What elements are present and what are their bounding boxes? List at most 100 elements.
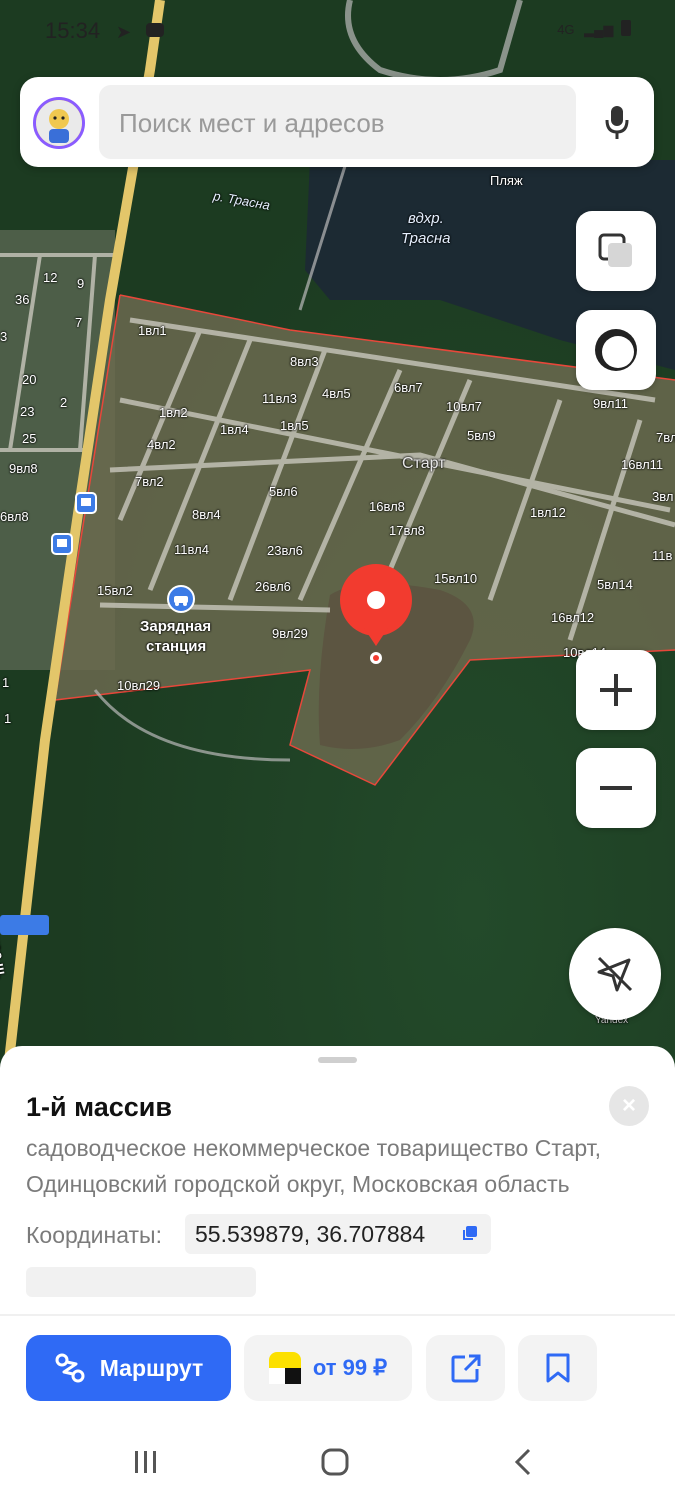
plot-label: 23вл6 — [267, 543, 303, 558]
bus-stop-icon[interactable] — [75, 492, 97, 514]
charging-label-1[interactable]: Зарядная — [140, 618, 211, 635]
plot-label: 4вл2 — [147, 437, 176, 452]
message-icon — [146, 23, 164, 37]
share-icon — [451, 1354, 480, 1383]
plot-label: 17вл8 — [389, 523, 425, 538]
plot-label: 1 — [4, 711, 12, 726]
back-icon[interactable] — [509, 1447, 539, 1477]
plot-label: 1вл1 — [138, 323, 167, 338]
plot-label: 3 — [0, 329, 8, 344]
reservoir-label-2: Трасна — [401, 230, 451, 247]
plot-label: 9 — [77, 276, 85, 291]
taxi-button[interactable]: от 99 ₽ — [244, 1335, 412, 1401]
plot-label: 6вл8 — [0, 509, 29, 524]
coordinates-value: 55.539879, 36.707884 — [195, 1221, 426, 1247]
zoom-in-button[interactable] — [576, 650, 656, 730]
plot-label: 1вл5 — [280, 418, 309, 433]
home-icon[interactable] — [320, 1447, 350, 1477]
bus-stop-icon[interactable] — [51, 533, 73, 555]
plot-label: 15вл2 — [97, 583, 133, 598]
plot-label: 2 — [60, 395, 68, 410]
layers-button[interactable] — [576, 211, 656, 291]
plot-label: 4вл5 — [322, 386, 351, 401]
bookmark-icon — [546, 1353, 569, 1383]
plot-label: 11вл3 — [262, 391, 297, 406]
plot-label: 9вл8 — [9, 461, 38, 476]
taxi-price-label: от 99 ₽ — [312, 1355, 388, 1380]
plus-icon — [600, 674, 632, 706]
network-type: 4G — [557, 22, 575, 37]
beach-label: Пляж — [490, 173, 523, 188]
route-button[interactable]: Маршрут — [26, 1335, 231, 1401]
plot-label: 1вл2 — [159, 405, 188, 420]
plot-label: 36 — [15, 292, 30, 307]
place-description: садоводческое некоммерческое товариществ… — [26, 1135, 602, 1197]
minus-icon — [600, 786, 632, 790]
plot-label: 23 — [20, 404, 35, 419]
plot-label: 9вл11 — [593, 396, 628, 411]
plot-label: 1 — [2, 675, 10, 690]
location-pin-icon[interactable] — [336, 560, 416, 670]
reservoir-label-1: вдхр. — [408, 210, 444, 227]
plot-label: 11в — [652, 548, 673, 563]
bookmark-button[interactable] — [518, 1335, 597, 1401]
charging-station-icon[interactable] — [166, 584, 196, 614]
coordinates-label: Координаты: — [26, 1222, 162, 1248]
snt-start-label: Старт — [402, 455, 446, 472]
sheet-handle[interactable] — [318, 1057, 357, 1063]
status-time: 15:34 — [45, 18, 101, 43]
plot-label: 7 — [75, 315, 83, 330]
plot-label: 1вл4 — [220, 422, 249, 437]
plot-label: 1вл12 — [530, 505, 566, 520]
plot-label: 3вл — [652, 489, 674, 504]
share-button[interactable] — [426, 1335, 505, 1401]
route-icon — [55, 1353, 85, 1383]
coordinates-field[interactable]: 55.539879, 36.707884 — [185, 1214, 491, 1254]
search-bar: Поиск мест и адресов — [20, 77, 654, 167]
telegram-icon: ➤ — [116, 22, 132, 42]
plot-label: 26вл6 — [255, 579, 291, 594]
search-placeholder: Поиск мест и адресов — [119, 108, 385, 138]
close-icon: × — [621, 1092, 636, 1119]
plot-label: 5вл14 — [597, 577, 633, 592]
place-title: 1-й массив — [26, 1092, 172, 1122]
layers-icon — [598, 233, 632, 267]
plot-label: 8вл4 — [192, 507, 221, 522]
avatar-image — [36, 100, 82, 146]
plot-label: 7вл — [656, 430, 675, 445]
route-label: Маршрут — [99, 1354, 204, 1381]
yandex-go-icon — [268, 1352, 301, 1384]
zoom-out-button[interactable] — [576, 748, 656, 828]
charging-label-2[interactable]: станция — [146, 638, 206, 655]
alice-assistant-button[interactable] — [576, 310, 656, 390]
plot-label: 5вл9 — [467, 428, 496, 443]
loading-placeholder — [26, 1267, 256, 1297]
plot-label: 5вл6 — [269, 484, 298, 499]
plot-label: 10вл29 — [117, 678, 161, 693]
alice-icon — [595, 329, 637, 371]
my-location-button[interactable] — [569, 928, 661, 1020]
system-navigation-bar — [0, 1425, 675, 1500]
search-input[interactable]: Поиск мест и адресов — [99, 85, 576, 159]
plot-label: 16вл12 — [551, 610, 595, 625]
status-bar: 15:34 ➤ 4G ▂▄▆ — [0, 0, 675, 60]
avatar[interactable] — [33, 97, 85, 149]
recent-apps-icon[interactable] — [131, 1447, 161, 1477]
close-button[interactable]: × — [609, 1086, 649, 1126]
status-icons: 4G ▂▄▆ — [557, 20, 631, 38]
plot-label: 16вл11 — [621, 457, 664, 472]
plot-label: 6вл7 — [394, 380, 423, 395]
battery-icon — [621, 20, 631, 36]
plot-label: 9вл29 — [272, 626, 308, 641]
plot-label: 12 — [43, 270, 58, 285]
plot-label: 8вл3 — [290, 354, 319, 369]
divider — [0, 1314, 675, 1316]
copy-icon[interactable] — [461, 1226, 477, 1242]
microphone-icon[interactable] — [604, 104, 630, 140]
plot-label: 25 — [22, 431, 37, 446]
location-off-icon — [597, 956, 633, 992]
plot-label: 20 — [22, 372, 37, 387]
plot-label: 15вл10 — [434, 571, 478, 586]
plot-label: 10вл7 — [446, 399, 482, 414]
signal-icon: ▂▄▆ — [584, 22, 614, 37]
